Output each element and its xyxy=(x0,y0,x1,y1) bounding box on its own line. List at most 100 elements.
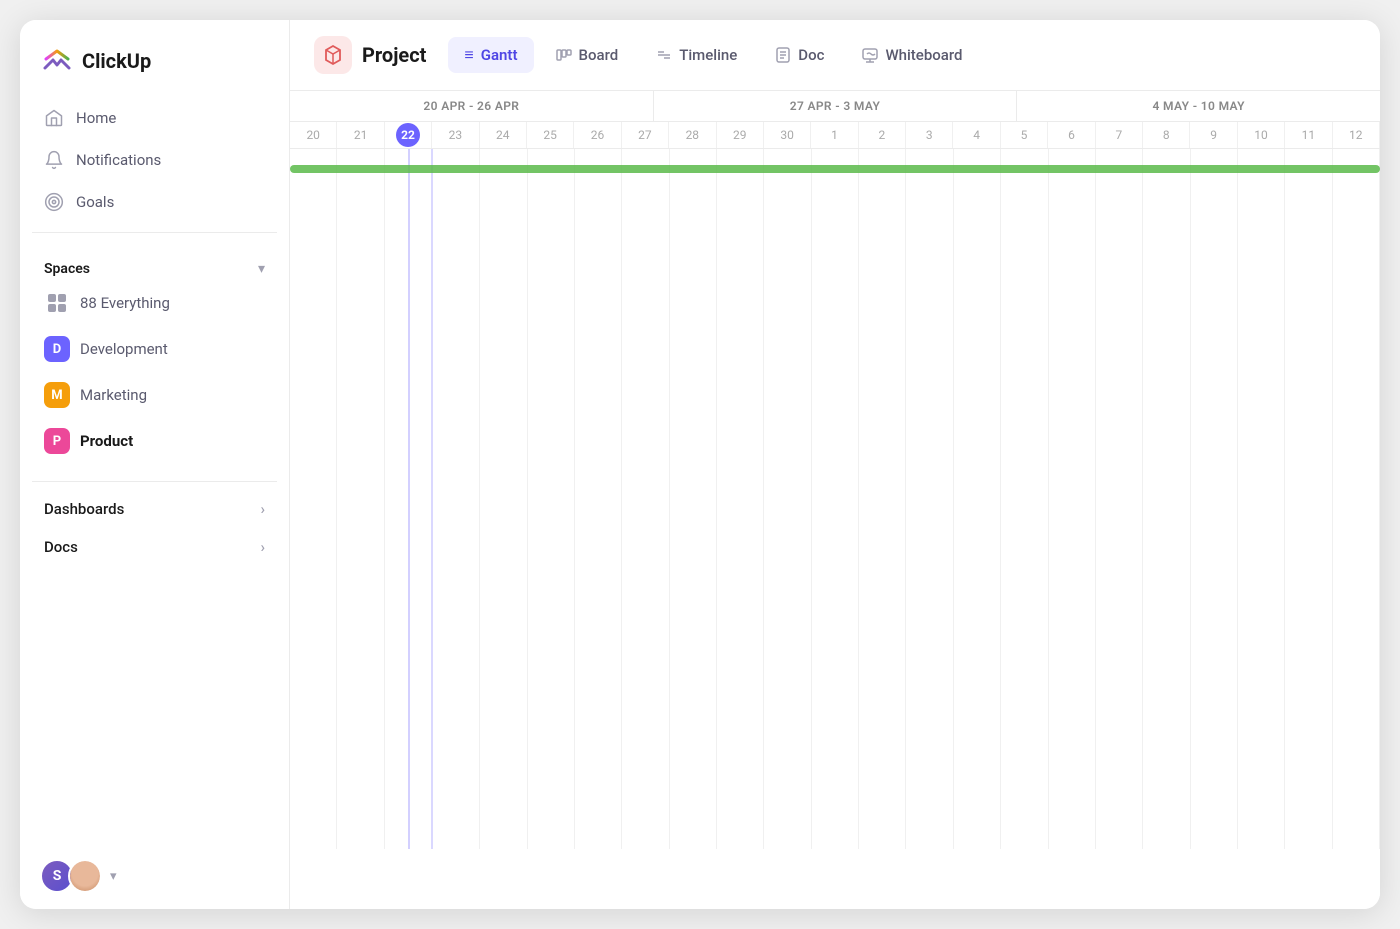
chevron-right-icon: › xyxy=(260,500,265,518)
logo[interactable]: ClickUp xyxy=(20,20,289,98)
gantt-col-22 xyxy=(1333,149,1380,849)
date-day-26: 26 xyxy=(574,122,621,148)
sidebar-item-development[interactable]: D Development xyxy=(32,327,277,371)
date-day-25: 25 xyxy=(527,122,574,148)
sidebar-item-dashboards[interactable]: Dashboards › xyxy=(20,490,289,528)
avatar-2 xyxy=(68,859,102,893)
date-day-6: 6 xyxy=(1048,122,1095,148)
target-icon xyxy=(44,192,64,212)
date-day-11: 11 xyxy=(1285,122,1332,148)
date-periods: 20 APR - 26 APR 27 APR - 3 MAY 4 MAY - 1… xyxy=(290,91,1380,122)
gantt-col-6 xyxy=(575,149,622,849)
date-day-5: 5 xyxy=(1001,122,1048,148)
period-1: 20 APR - 26 APR xyxy=(290,91,654,121)
spaces-header: Spaces ▾ xyxy=(32,261,277,277)
date-day-3: 3 xyxy=(906,122,953,148)
date-day-27: 27 xyxy=(622,122,669,148)
gantt-date-header: 20 APR - 26 APR 27 APR - 3 MAY 4 MAY - 1… xyxy=(290,91,1380,149)
gantt-grid xyxy=(290,149,1380,849)
divider-1 xyxy=(32,232,277,233)
date-day-9: 9 xyxy=(1190,122,1237,148)
product-icon: P xyxy=(44,428,70,454)
gantt-area: 20 APR - 26 APR 27 APR - 3 MAY 4 MAY - 1… xyxy=(290,91,1380,909)
topbar: Project ≡ Gantt Board Timeline Doc White… xyxy=(290,20,1380,91)
date-day-12: 12 xyxy=(1333,122,1380,148)
period-2: 27 APR - 3 MAY xyxy=(654,91,1018,121)
date-days: 2021TODAY2223242526272829301234567891011… xyxy=(290,122,1380,148)
gantt-col-7 xyxy=(622,149,669,849)
divider-2 xyxy=(32,481,277,482)
date-day-29: 29 xyxy=(717,122,764,148)
gantt-col-15 xyxy=(1001,149,1048,849)
sidebar-nav: Home Notifications Goals xyxy=(20,98,289,224)
date-day-7: 7 xyxy=(1096,122,1143,148)
sidebar-item-product[interactable]: P Product xyxy=(32,419,277,463)
marketing-icon: M xyxy=(44,382,70,408)
gantt-tab-icon: ≡ xyxy=(464,45,473,65)
sidebar-item-everything-label: 88 Everything xyxy=(80,294,170,312)
tab-whiteboard[interactable]: Whiteboard xyxy=(846,38,978,72)
date-day-24: 24 xyxy=(480,122,527,148)
bell-icon xyxy=(44,150,64,170)
date-day-22: TODAY22 xyxy=(385,122,432,148)
app-container: ClickUp Home Notifications Goals Spaces … xyxy=(20,20,1380,909)
chevron-right-icon-docs: › xyxy=(260,538,265,556)
main-area: Project ≡ Gantt Board Timeline Doc White… xyxy=(290,20,1380,909)
date-day-4: 4 xyxy=(953,122,1000,148)
home-icon xyxy=(44,108,64,128)
project-icon xyxy=(314,36,352,74)
dashboards-label: Dashboards xyxy=(44,500,124,518)
logo-text: ClickUp xyxy=(82,49,151,73)
spaces-title: Spaces xyxy=(44,261,90,277)
sidebar-footer: S ▾ xyxy=(20,843,289,909)
sidebar-item-home-label: Home xyxy=(76,109,116,127)
gantt-col-9 xyxy=(717,149,764,849)
avatar-chevron-icon[interactable]: ▾ xyxy=(110,869,117,884)
sidebar-item-marketing-label: Marketing xyxy=(80,386,147,404)
tab-doc[interactable]: Doc xyxy=(759,38,840,72)
chevron-down-icon[interactable]: ▾ xyxy=(258,261,265,277)
today-vertical-line xyxy=(408,149,410,849)
sidebar-item-goals[interactable]: Goals xyxy=(32,182,277,222)
doc-tab-icon xyxy=(775,47,791,63)
board-tab-label: Board xyxy=(579,46,619,64)
gantt-col-1 xyxy=(337,149,384,849)
topbar-project-title: Project xyxy=(362,43,426,67)
board-tab-icon xyxy=(556,47,572,63)
project-box-icon xyxy=(322,44,344,66)
gantt-col-14 xyxy=(954,149,1001,849)
gantt-progress-bar xyxy=(290,165,1380,173)
tab-timeline[interactable]: Timeline xyxy=(640,38,753,72)
date-day-21: 21 xyxy=(337,122,384,148)
sidebar-item-product-label: Product xyxy=(80,432,133,450)
sidebar-item-docs[interactable]: Docs › xyxy=(20,528,289,566)
everything-icon xyxy=(44,290,70,316)
date-day-1: 1 xyxy=(811,122,858,148)
date-day-20: 20 xyxy=(290,122,337,148)
timeline-tab-icon xyxy=(656,47,672,63)
gantt-col-13 xyxy=(906,149,953,849)
gantt-col-18 xyxy=(1143,149,1190,849)
gantt-col-11 xyxy=(812,149,859,849)
tab-gantt[interactable]: ≡ Gantt xyxy=(448,37,533,73)
development-icon: D xyxy=(44,336,70,362)
sidebar-item-marketing[interactable]: M Marketing xyxy=(32,373,277,417)
tab-board[interactable]: Board xyxy=(540,38,635,72)
spaces-section: Spaces ▾ 88 Everything D Development xyxy=(20,241,289,473)
everything-grid-icon xyxy=(46,292,68,314)
gantt-col-0 xyxy=(290,149,337,849)
clickup-logo-icon xyxy=(40,44,74,78)
date-day-2: 2 xyxy=(859,122,906,148)
sidebar: ClickUp Home Notifications Goals Spaces … xyxy=(20,20,290,909)
sidebar-item-notifications[interactable]: Notifications xyxy=(32,140,277,180)
sidebar-item-home[interactable]: Home xyxy=(32,98,277,138)
date-day-23: 23 xyxy=(432,122,479,148)
docs-label: Docs xyxy=(44,538,78,556)
period-3: 4 MAY - 10 MAY xyxy=(1017,91,1380,121)
sidebar-item-everything[interactable]: 88 Everything xyxy=(32,281,277,325)
gantt-col-16 xyxy=(1049,149,1096,849)
gantt-columns xyxy=(290,149,1380,849)
avatar-stack[interactable]: S xyxy=(40,859,102,893)
gantt-content[interactable] xyxy=(290,149,1380,909)
gantt-col-17 xyxy=(1096,149,1143,849)
